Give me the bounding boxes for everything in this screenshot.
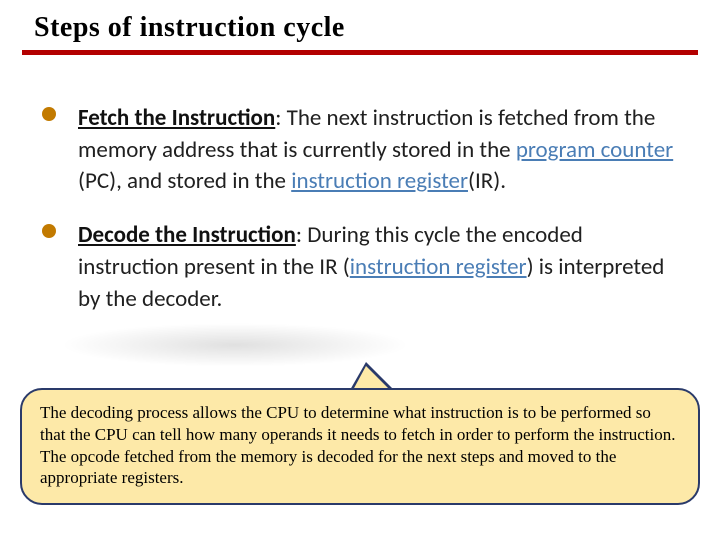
link-program-counter[interactable]: program counter [516, 136, 673, 164]
bullet-text: (IR). [468, 167, 506, 195]
bullet-dot-icon [42, 107, 56, 121]
callout-tail-fill-icon [353, 366, 390, 390]
page-title: Steps of instruction cycle [0, 0, 720, 50]
text-shadow-decoration [60, 323, 410, 367]
callout: The decoding process allows the CPU to d… [20, 388, 700, 505]
callout-text: The decoding process allows the CPU to d… [40, 403, 675, 487]
link-instruction-register[interactable]: instruction register [291, 167, 468, 195]
slide: Steps of instruction cycle Fetch the Ins… [0, 0, 720, 540]
bullet-text: (PC), and stored in the [78, 167, 291, 195]
bullet-dot-icon [42, 224, 56, 238]
callout-box: The decoding process allows the CPU to d… [20, 388, 700, 505]
link-instruction-register-2[interactable]: instruction register [350, 253, 527, 281]
bullet-head: Fetch the Instruction [78, 104, 275, 132]
bullet-decode: Decode the Instruction: During this cycl… [42, 220, 678, 315]
bullet-fetch: Fetch the Instruction: The next instruct… [42, 103, 678, 198]
content-area: Fetch the Instruction: The next instruct… [0, 55, 720, 315]
bullet-head: Decode the Instruction [78, 221, 296, 249]
